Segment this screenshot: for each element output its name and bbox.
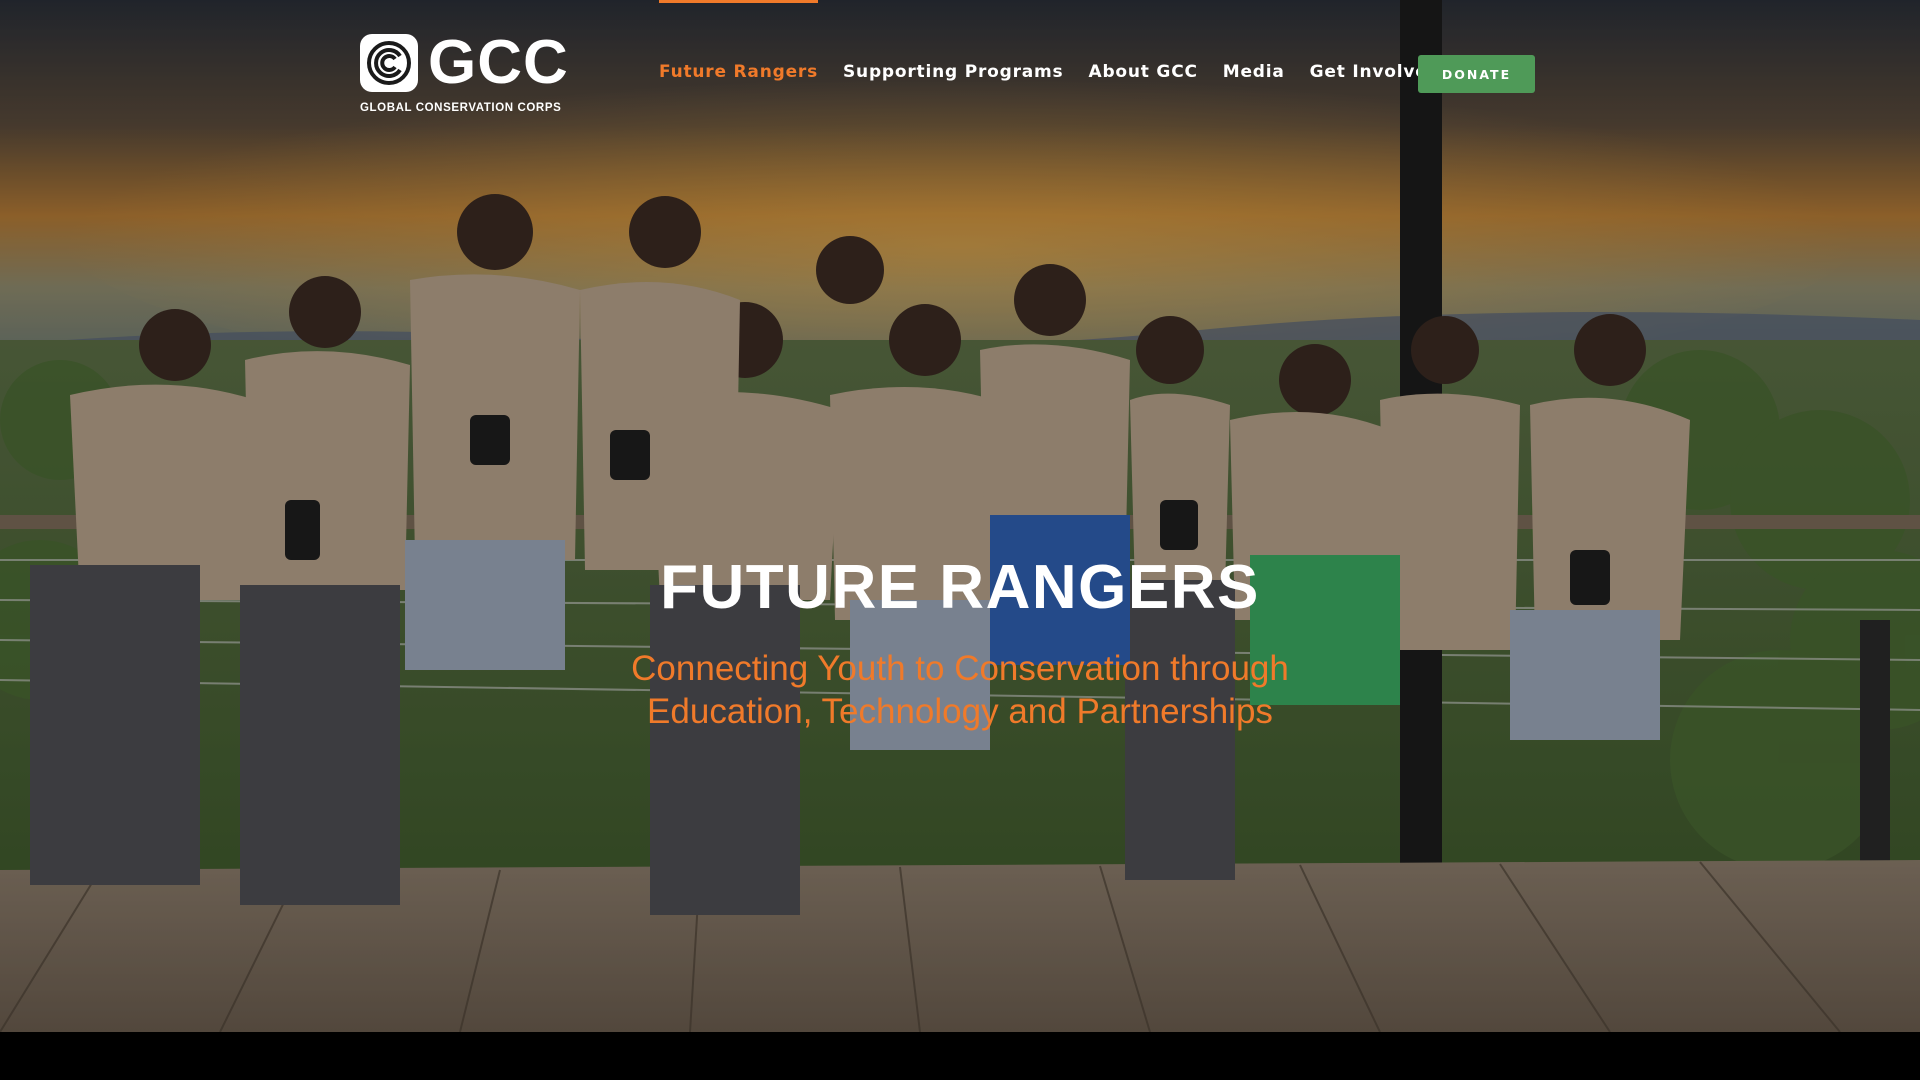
hero-section: FUTURE RANGERS Connecting Youth to Conse… bbox=[0, 0, 1920, 1032]
nav-item-supporting-programs[interactable]: Supporting Programs bbox=[843, 0, 1063, 82]
nav-item-media[interactable]: Media bbox=[1223, 0, 1285, 82]
gcc-logo-link[interactable]: GCC GLOBAL CONSERVATION CORPS bbox=[360, 28, 572, 118]
logo-tagline: GLOBAL CONSERVATION CORPS bbox=[360, 102, 562, 114]
site-header: GCC GLOBAL CONSERVATION CORPS Future Ran… bbox=[0, 0, 1920, 150]
nav-item-future-rangers[interactable]: Future Rangers bbox=[659, 0, 818, 82]
main-navigation: Future Rangers Supporting Programs About… bbox=[659, 0, 1466, 150]
hero-dark-overlay bbox=[0, 0, 1920, 1032]
page-bottom-bar bbox=[0, 1032, 1920, 1080]
donate-button[interactable]: DONATE bbox=[1418, 55, 1535, 93]
hero-subtitle: Connecting Youth to Conservation through… bbox=[631, 649, 1289, 731]
gcc-swirl-icon bbox=[360, 34, 418, 92]
logo-wordmark: GCC bbox=[428, 28, 569, 97]
hero-title: FUTURE RANGERS bbox=[660, 552, 1260, 622]
nav-item-about-gcc[interactable]: About GCC bbox=[1088, 0, 1197, 82]
